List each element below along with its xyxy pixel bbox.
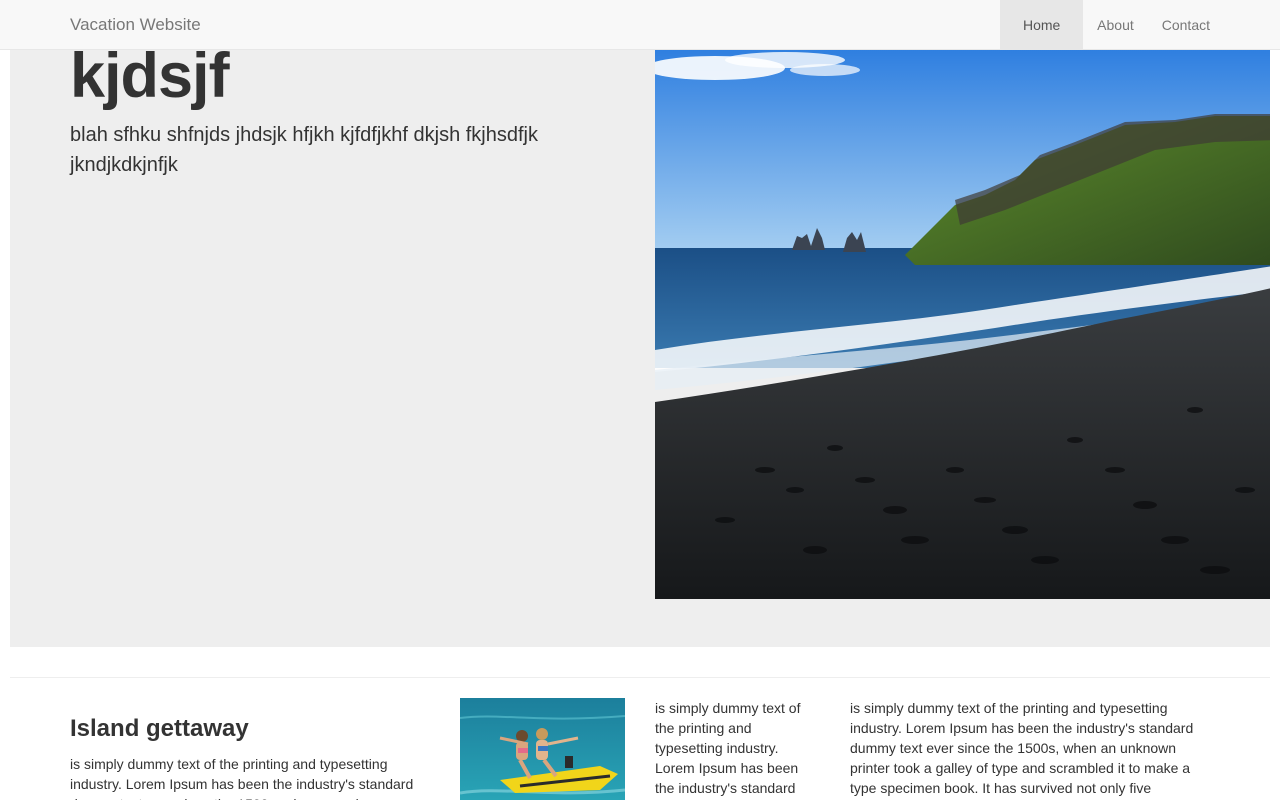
nav-link-contact[interactable]: Contact <box>1148 0 1224 49</box>
brand-link[interactable]: Vacation Website <box>70 0 201 50</box>
jetski-photo <box>460 698 625 800</box>
hero-text: blah sfhku shfnjds jhdsjk hfjkh kjfdfjkh… <box>70 124 538 176</box>
hero-title: kjdsjf <box>70 50 230 111</box>
hero-jumbotron: kjdsjf blah sfhku shfnjds jhdsjk hfjkh k… <box>10 50 1270 647</box>
nav-links: Home About Contact <box>1000 0 1224 49</box>
nav-link-home[interactable]: Home <box>1000 0 1084 49</box>
section-title: Island gettaway <box>70 715 249 742</box>
section-paragraph-a: is simply dummy text of the printing and… <box>70 756 414 800</box>
section-paragraph-b: is simply dummy text of the printing and… <box>655 700 801 796</box>
section-divider <box>10 677 1270 678</box>
section-paragraph-c: is simply dummy text of the printing and… <box>850 700 1194 796</box>
nav-link-about[interactable]: About <box>1083 0 1148 49</box>
navbar: Vacation Website Home About Contact <box>0 0 1280 50</box>
hero-beach-image <box>655 50 1270 599</box>
